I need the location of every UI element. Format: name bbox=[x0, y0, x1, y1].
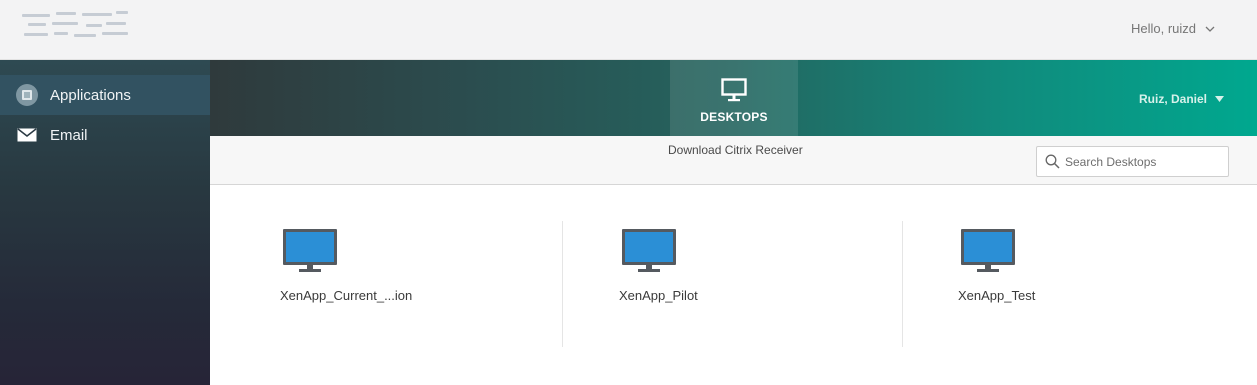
account-menu[interactable]: Ruiz, Daniel bbox=[1139, 92, 1224, 106]
search-box[interactable] bbox=[1036, 146, 1229, 177]
sidebar-item-email[interactable]: Email bbox=[0, 115, 210, 155]
search-icon bbox=[1045, 154, 1060, 169]
monitor-icon bbox=[961, 229, 1015, 272]
monitor-icon bbox=[622, 229, 676, 272]
desktop-tile[interactable]: XenApp_Current_...ion bbox=[210, 221, 549, 347]
monitor-icon bbox=[283, 229, 337, 272]
tab-desktops[interactable]: DESKTOPS bbox=[670, 60, 798, 136]
search-input[interactable] bbox=[1065, 154, 1215, 169]
desktop-tile[interactable]: XenApp_Pilot bbox=[549, 221, 888, 347]
desktops-grid: XenApp_Current_...ion XenApp_Pilot XenAp… bbox=[210, 185, 1257, 385]
sidebar-item-applications[interactable]: Applications bbox=[0, 75, 210, 115]
desktop-name: XenApp_Current_...ion bbox=[280, 288, 413, 303]
desktop-name: XenApp_Test bbox=[958, 288, 1036, 303]
company-logo bbox=[22, 10, 130, 46]
desktop-name: XenApp_Pilot bbox=[619, 288, 698, 303]
account-name: Ruiz, Daniel bbox=[1138, 92, 1207, 106]
applications-icon bbox=[14, 82, 40, 108]
top-bar: Hello, ruizd bbox=[0, 0, 1257, 60]
caret-down-icon bbox=[1215, 95, 1224, 102]
nav-band: DESKTOPS Ruiz, Daniel bbox=[210, 60, 1257, 136]
sidebar-item-label: Applications bbox=[50, 86, 131, 104]
sidebar: Applications Email bbox=[0, 60, 210, 385]
desktop-tile[interactable]: XenApp_Test bbox=[888, 221, 1227, 347]
monitor-icon bbox=[721, 78, 747, 102]
tab-label: DESKTOPS bbox=[700, 110, 768, 124]
user-menu[interactable]: Hello, ruizd bbox=[1131, 21, 1215, 36]
user-greeting: Hello, ruizd bbox=[1130, 21, 1196, 36]
toolbar: Download Citrix Receiver bbox=[210, 136, 1257, 185]
sidebar-item-label: Email bbox=[50, 126, 88, 144]
chevron-down-icon bbox=[1205, 26, 1215, 32]
download-receiver-link[interactable]: Download Citrix Receiver bbox=[668, 143, 803, 157]
envelope-icon bbox=[14, 122, 40, 148]
